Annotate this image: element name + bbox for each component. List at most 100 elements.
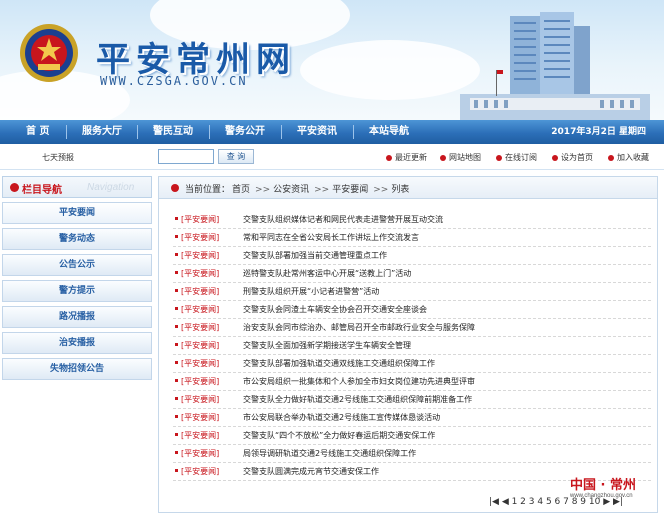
news-tag: [平安要闻]: [181, 233, 220, 242]
news-title[interactable]: 市公安局联合举办轨道交通2号线施工宣传媒体恳谈活动: [243, 412, 440, 423]
sidebar-item-announcements[interactable]: 公告公示: [2, 254, 152, 276]
news-tag: [平安要闻]: [181, 287, 220, 296]
bullet-icon: [175, 271, 178, 274]
news-item[interactable]: [平安要闻] 交警支队会同渣土车辆安全协会召开交通安全座谈会: [173, 301, 651, 319]
news-title[interactable]: 交警支队全力做好轨道交通2号线施工交通组织保障前期准备工作: [243, 394, 472, 405]
news-tag: [平安要闻]: [181, 377, 220, 386]
breadcrumb-safety-news[interactable]: 平安要闻: [332, 185, 368, 195]
bullet-icon: [175, 433, 178, 436]
news-title[interactable]: 局领导调研轨道交通2号线施工交通组织保障工作: [243, 448, 416, 459]
news-tag: [平安要闻]: [181, 215, 220, 224]
bullet-icon: [175, 343, 178, 346]
police-building-image: [460, 12, 650, 120]
sidebar-item-safety-news[interactable]: 平安要闻: [2, 202, 152, 224]
nav-separator: [281, 125, 282, 139]
bullet-icon: [496, 155, 502, 161]
news-title[interactable]: 刑警支队组织开展“小记者进警营”活动: [243, 286, 379, 297]
news-item[interactable]: [平安要闻] 治安支队会同市综治办、邮管局召开全市邮政行业安全与服务保障: [173, 319, 651, 337]
sidebar: 栏目导航 Navigation 平安要闻 警务动态 公告公示 警方提示 路况播报…: [2, 176, 152, 513]
search-button[interactable]: 查 询: [218, 149, 254, 164]
news-item[interactable]: [平安要闻] 交警支队部署加强当前交通管理重点工作: [173, 247, 651, 265]
sidebar-item-security-report[interactable]: 治安播报: [2, 332, 152, 354]
news-tag: [平安要闻]: [181, 341, 220, 350]
news-title[interactable]: 交警支队组织媒体记者和网民代表走进警营开展互动交流: [243, 214, 443, 225]
add-favorite-link[interactable]: 加入收藏: [608, 152, 649, 163]
breadcrumb-bar: 当前位置： 首页 >> 公安资讯 >> 平安要闻 >> 列表: [159, 177, 657, 199]
news-title[interactable]: 交警支队会同渣土车辆安全协会召开交通安全座谈会: [243, 304, 427, 315]
bullet-icon: [10, 183, 19, 192]
recent-updates-link[interactable]: 最近更新: [386, 152, 427, 163]
main-content: 当前位置： 首页 >> 公安资讯 >> 平安要闻 >> 列表 [平安要闻] 交警支队组织媒体记者…: [158, 176, 658, 513]
news-item[interactable]: [平安要闻] 刑警支队组织开展“小记者进警营”活动: [173, 283, 651, 301]
news-item[interactable]: [平安要闻] 交警支队组织媒体记者和网民代表走进警营开展互动交流: [173, 211, 651, 229]
news-title[interactable]: 常和平同志在全省公安局长工作讲坛上作交流发言: [243, 232, 419, 243]
sidebar-item-lost-found[interactable]: 失物招领公告: [2, 358, 152, 380]
sidebar-title-en: Navigation: [87, 182, 135, 193]
changzhou-gov-logo[interactable]: 中国 · 常州 www.changzhou.gov.cn: [562, 472, 660, 510]
news-item[interactable]: [平安要闻] 市公安局联合举办轨道交通2号线施工宣传媒体恳谈活动: [173, 409, 651, 427]
bullet-icon: [175, 235, 178, 238]
news-tag: [平安要闻]: [181, 359, 220, 368]
site-map-link[interactable]: 网站地图: [440, 152, 481, 163]
weather-forecast-link[interactable]: 七天预报: [42, 152, 74, 163]
breadcrumb-separator: >>: [314, 185, 330, 195]
breadcrumb-home[interactable]: 首页: [232, 185, 250, 195]
news-list: [平安要闻] 交警支队组织媒体记者和网民代表走进警营开展互动交流 [平安要闻] 常和…: [173, 211, 651, 481]
news-item[interactable]: [平安要闻] 市公安局组织一批集体和个人参加全市妇女岗位建功先进典型评审: [173, 373, 651, 391]
search-input[interactable]: [158, 149, 214, 164]
bullet-icon: [175, 451, 178, 454]
logo-text: 中国 · 常州: [570, 478, 636, 493]
news-item[interactable]: [平安要闻] 巡特警支队赴常州客运中心开展“送教上门”活动: [173, 265, 651, 283]
news-tag: [平安要闻]: [181, 449, 220, 458]
breadcrumb-separator: >>: [373, 185, 389, 195]
bullet-icon: [440, 155, 446, 161]
breadcrumb-prefix: 当前位置：: [185, 185, 231, 195]
news-title[interactable]: 交警支队部署加强轨道交通双线施工交通组织保障工作: [243, 358, 435, 369]
nav-separator: [66, 125, 67, 139]
news-title[interactable]: 巡特警支队赴常州客运中心开展“送教上门”活动: [243, 268, 411, 279]
cloud-decoration: [300, 40, 480, 100]
bullet-icon: [171, 184, 179, 192]
news-title[interactable]: 交警支队圆满完成元宵节交通安保工作: [243, 466, 379, 477]
set-homepage-link[interactable]: 设为首页: [552, 152, 593, 163]
news-tag: [平安要闻]: [181, 395, 220, 404]
sidebar-item-police-tips[interactable]: 警方提示: [2, 280, 152, 302]
news-item[interactable]: [平安要闻] 交警支队全力做好轨道交通2号线施工交通组织保障前期准备工作: [173, 391, 651, 409]
news-item[interactable]: [平安要闻] 局领导调研轨道交通2号线施工交通组织保障工作: [173, 445, 651, 463]
nav-site-guide[interactable]: 本站导航: [369, 120, 409, 144]
breadcrumb-separator: >>: [255, 185, 271, 195]
news-tag: [平安要闻]: [181, 323, 220, 332]
news-item[interactable]: [平安要闻] 交警支队全面加强新学期接送学生车辆安全管理: [173, 337, 651, 355]
sidebar-header: 栏目导航 Navigation: [2, 176, 152, 198]
nav-separator: [353, 125, 354, 139]
bullet-icon: [386, 155, 392, 161]
main-nav: 首 页 服务大厅 警民互动 警务公开 平安资讯 本站导航 2017年3月2日 星…: [0, 120, 664, 144]
bullet-icon: [175, 361, 178, 364]
toolbar: 七天预报 查 询 最近更新 网站地图 在线订阅 设为首页 加入收藏: [0, 144, 664, 170]
news-title[interactable]: 治安支队会同市综治办、邮管局召开全市邮政行业安全与服务保障: [243, 322, 475, 333]
bullet-icon: [175, 217, 178, 220]
news-title[interactable]: 交警支队部署加强当前交通管理重点工作: [243, 250, 387, 261]
sidebar-item-traffic-report[interactable]: 路况播报: [2, 306, 152, 328]
news-item[interactable]: [平安要闻] 交警支队“四个不放松”全力做好春运后期交通安保工作: [173, 427, 651, 445]
header-banner: 平安常州网 WWW.CZSGA.GOV.CN: [0, 0, 664, 120]
sidebar-item-police-updates[interactable]: 警务动态: [2, 228, 152, 250]
news-item[interactable]: [平安要闻] 常和平同志在全省公安局长工作讲坛上作交流发言: [173, 229, 651, 247]
nav-police-affairs[interactable]: 警务公开: [225, 120, 265, 144]
bullet-icon: [608, 155, 614, 161]
nav-home[interactable]: 首 页: [26, 120, 49, 144]
nav-police-interaction[interactable]: 警民互动: [153, 120, 193, 144]
breadcrumb-list: 列表: [391, 185, 410, 195]
breadcrumb: 当前位置： 首页 >> 公安资讯 >> 平安要闻 >> 列表: [185, 182, 411, 195]
bullet-icon: [175, 325, 178, 328]
online-subscribe-link[interactable]: 在线订阅: [496, 152, 537, 163]
nav-service-hall[interactable]: 服务大厅: [82, 120, 122, 144]
nav-safety-news[interactable]: 平安资讯: [297, 120, 337, 144]
news-tag: [平安要闻]: [181, 413, 220, 422]
breadcrumb-public-security-info[interactable]: 公安资讯: [273, 185, 309, 195]
news-item[interactable]: [平安要闻] 交警支队部署加强轨道交通双线施工交通组织保障工作: [173, 355, 651, 373]
news-title[interactable]: 交警支队全面加强新学期接送学生车辆安全管理: [243, 340, 411, 351]
news-title[interactable]: 市公安局组织一批集体和个人参加全市妇女岗位建功先进典型评审: [243, 376, 475, 387]
news-title[interactable]: 交警支队“四个不放松”全力做好春运后期交通安保工作: [243, 430, 435, 441]
news-tag: [平安要闻]: [181, 269, 220, 278]
